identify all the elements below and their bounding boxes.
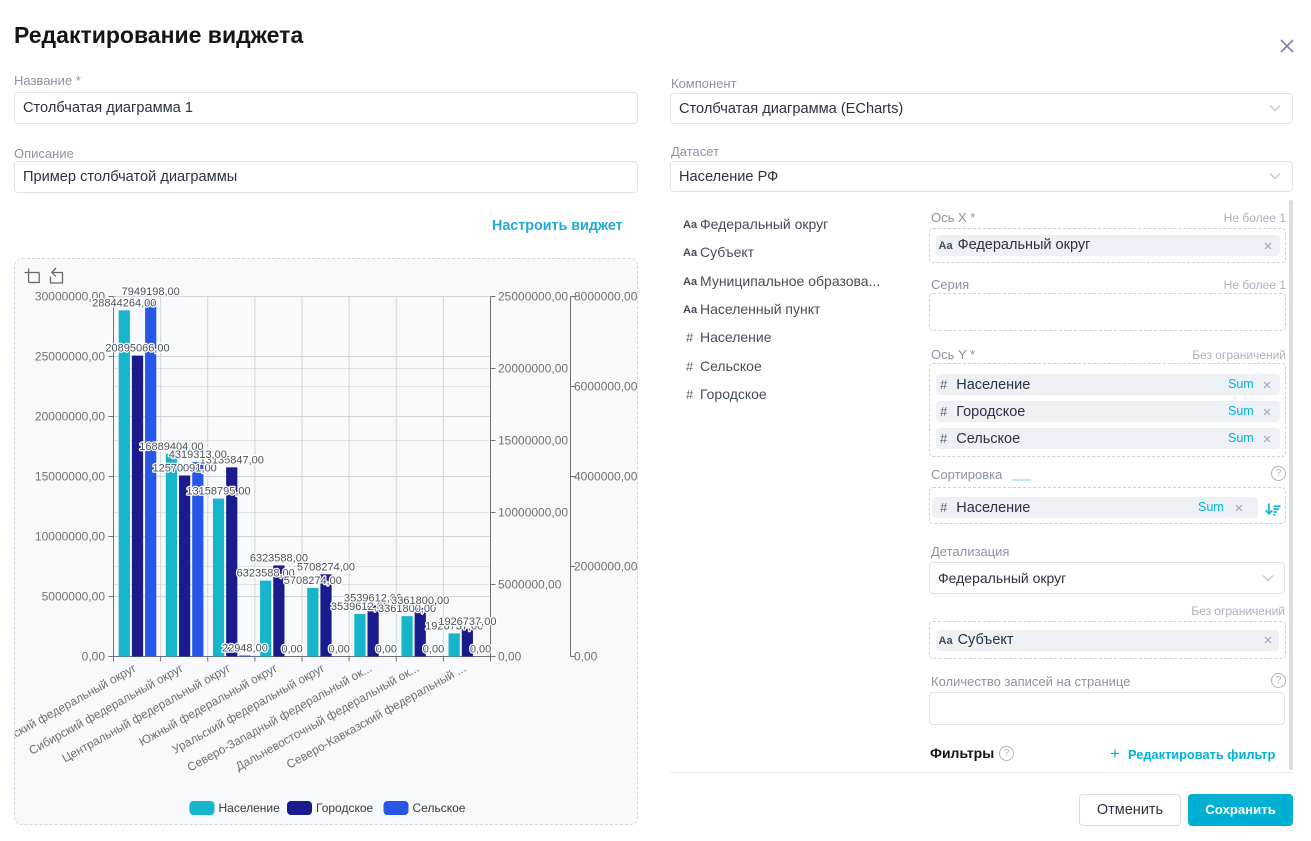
svg-text:20000000,00: 20000000,00 xyxy=(498,362,568,376)
svg-text:1926737,00: 1926737,00 xyxy=(438,616,496,628)
svg-text:20000000,00: 20000000,00 xyxy=(35,410,105,424)
svg-text:0,00: 0,00 xyxy=(498,650,522,664)
svg-text:7949198,00: 7949198,00 xyxy=(122,286,180,298)
svg-text:5000000,00: 5000000,00 xyxy=(498,578,562,592)
svg-text:0,00: 0,00 xyxy=(423,644,444,656)
svg-text:13158795,00: 13158795,00 xyxy=(186,486,250,498)
svg-text:0,00: 0,00 xyxy=(574,650,598,664)
svg-text:2000000,00: 2000000,00 xyxy=(574,560,638,574)
svg-text:0,00: 0,00 xyxy=(281,644,302,656)
svg-text:10000000,00: 10000000,00 xyxy=(498,506,568,520)
svg-text:0,00: 0,00 xyxy=(82,650,106,664)
svg-text:4319313,00: 4319313,00 xyxy=(169,449,227,461)
svg-text:4000000,00: 4000000,00 xyxy=(574,470,638,484)
svg-text:15000000,00: 15000000,00 xyxy=(35,470,105,484)
svg-text:Население: Население xyxy=(219,801,281,815)
svg-text:5708274,00: 5708274,00 xyxy=(284,575,342,587)
svg-text:15000000,00: 15000000,00 xyxy=(498,434,568,448)
svg-text:5000000,00: 5000000,00 xyxy=(42,590,106,604)
svg-text:3361800,00: 3361800,00 xyxy=(391,595,449,607)
svg-text:0,00: 0,00 xyxy=(470,644,491,656)
svg-text:8000000,00: 8000000,00 xyxy=(574,290,638,304)
svg-text:0,00: 0,00 xyxy=(328,644,349,656)
svg-text:0,00: 0,00 xyxy=(376,644,397,656)
svg-text:22948,00: 22948,00 xyxy=(222,643,268,655)
svg-text:10000000,00: 10000000,00 xyxy=(35,530,105,544)
svg-text:5708274,00: 5708274,00 xyxy=(297,561,355,573)
svg-text:25000000,00: 25000000,00 xyxy=(35,350,105,364)
svg-text:28844264,00: 28844264,00 xyxy=(92,297,156,309)
svg-text:6000000,00: 6000000,00 xyxy=(574,380,638,394)
svg-text:Сельское: Сельское xyxy=(413,801,466,815)
svg-text:25000000,00: 25000000,00 xyxy=(498,290,568,304)
svg-text:20895066,00: 20895066,00 xyxy=(105,343,169,355)
svg-text:Городское: Городское xyxy=(316,801,374,815)
